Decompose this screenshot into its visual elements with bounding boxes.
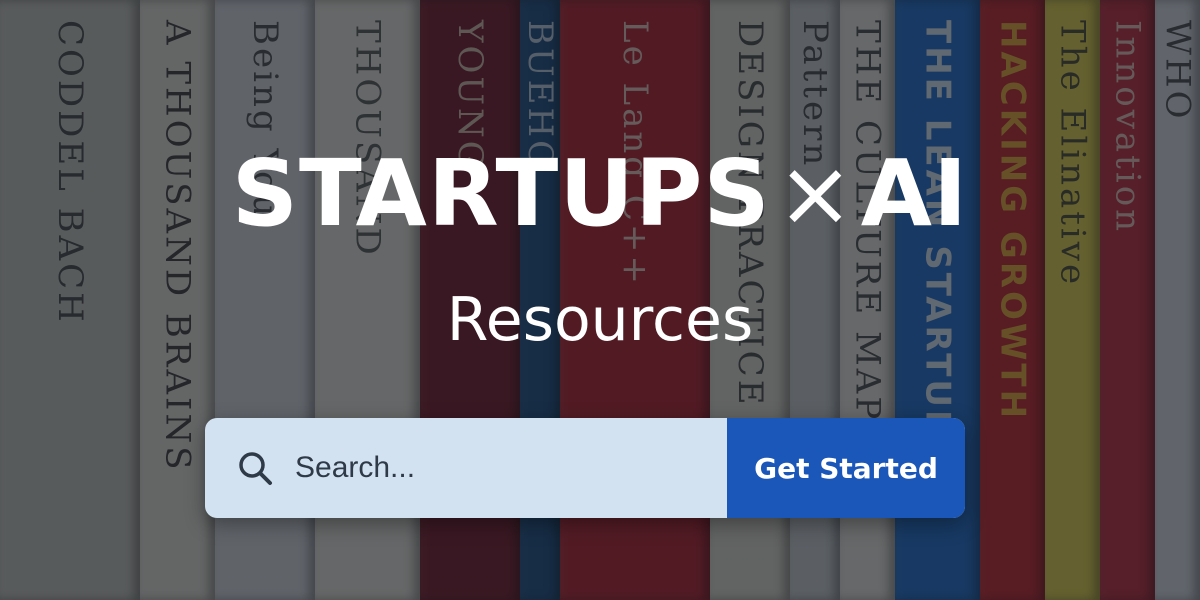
title-ai: AI	[860, 140, 969, 247]
hero-content: STARTUPS×AI Resources Get Started	[0, 0, 1200, 600]
title-separator: ×	[776, 140, 855, 247]
search-bar: Get Started	[205, 418, 965, 518]
hero-section: CODDEL BACH A THOUSAND BRAINS Being You …	[0, 0, 1200, 600]
search-input[interactable]	[293, 450, 727, 486]
get-started-button[interactable]: Get Started	[727, 418, 965, 518]
hero-title: STARTUPS×AI	[0, 140, 1200, 247]
search-field-wrapper[interactable]	[205, 418, 727, 518]
hero-subtitle: Resources	[446, 285, 754, 355]
title-startups: STARTUPS	[231, 140, 771, 247]
search-icon	[239, 452, 272, 485]
